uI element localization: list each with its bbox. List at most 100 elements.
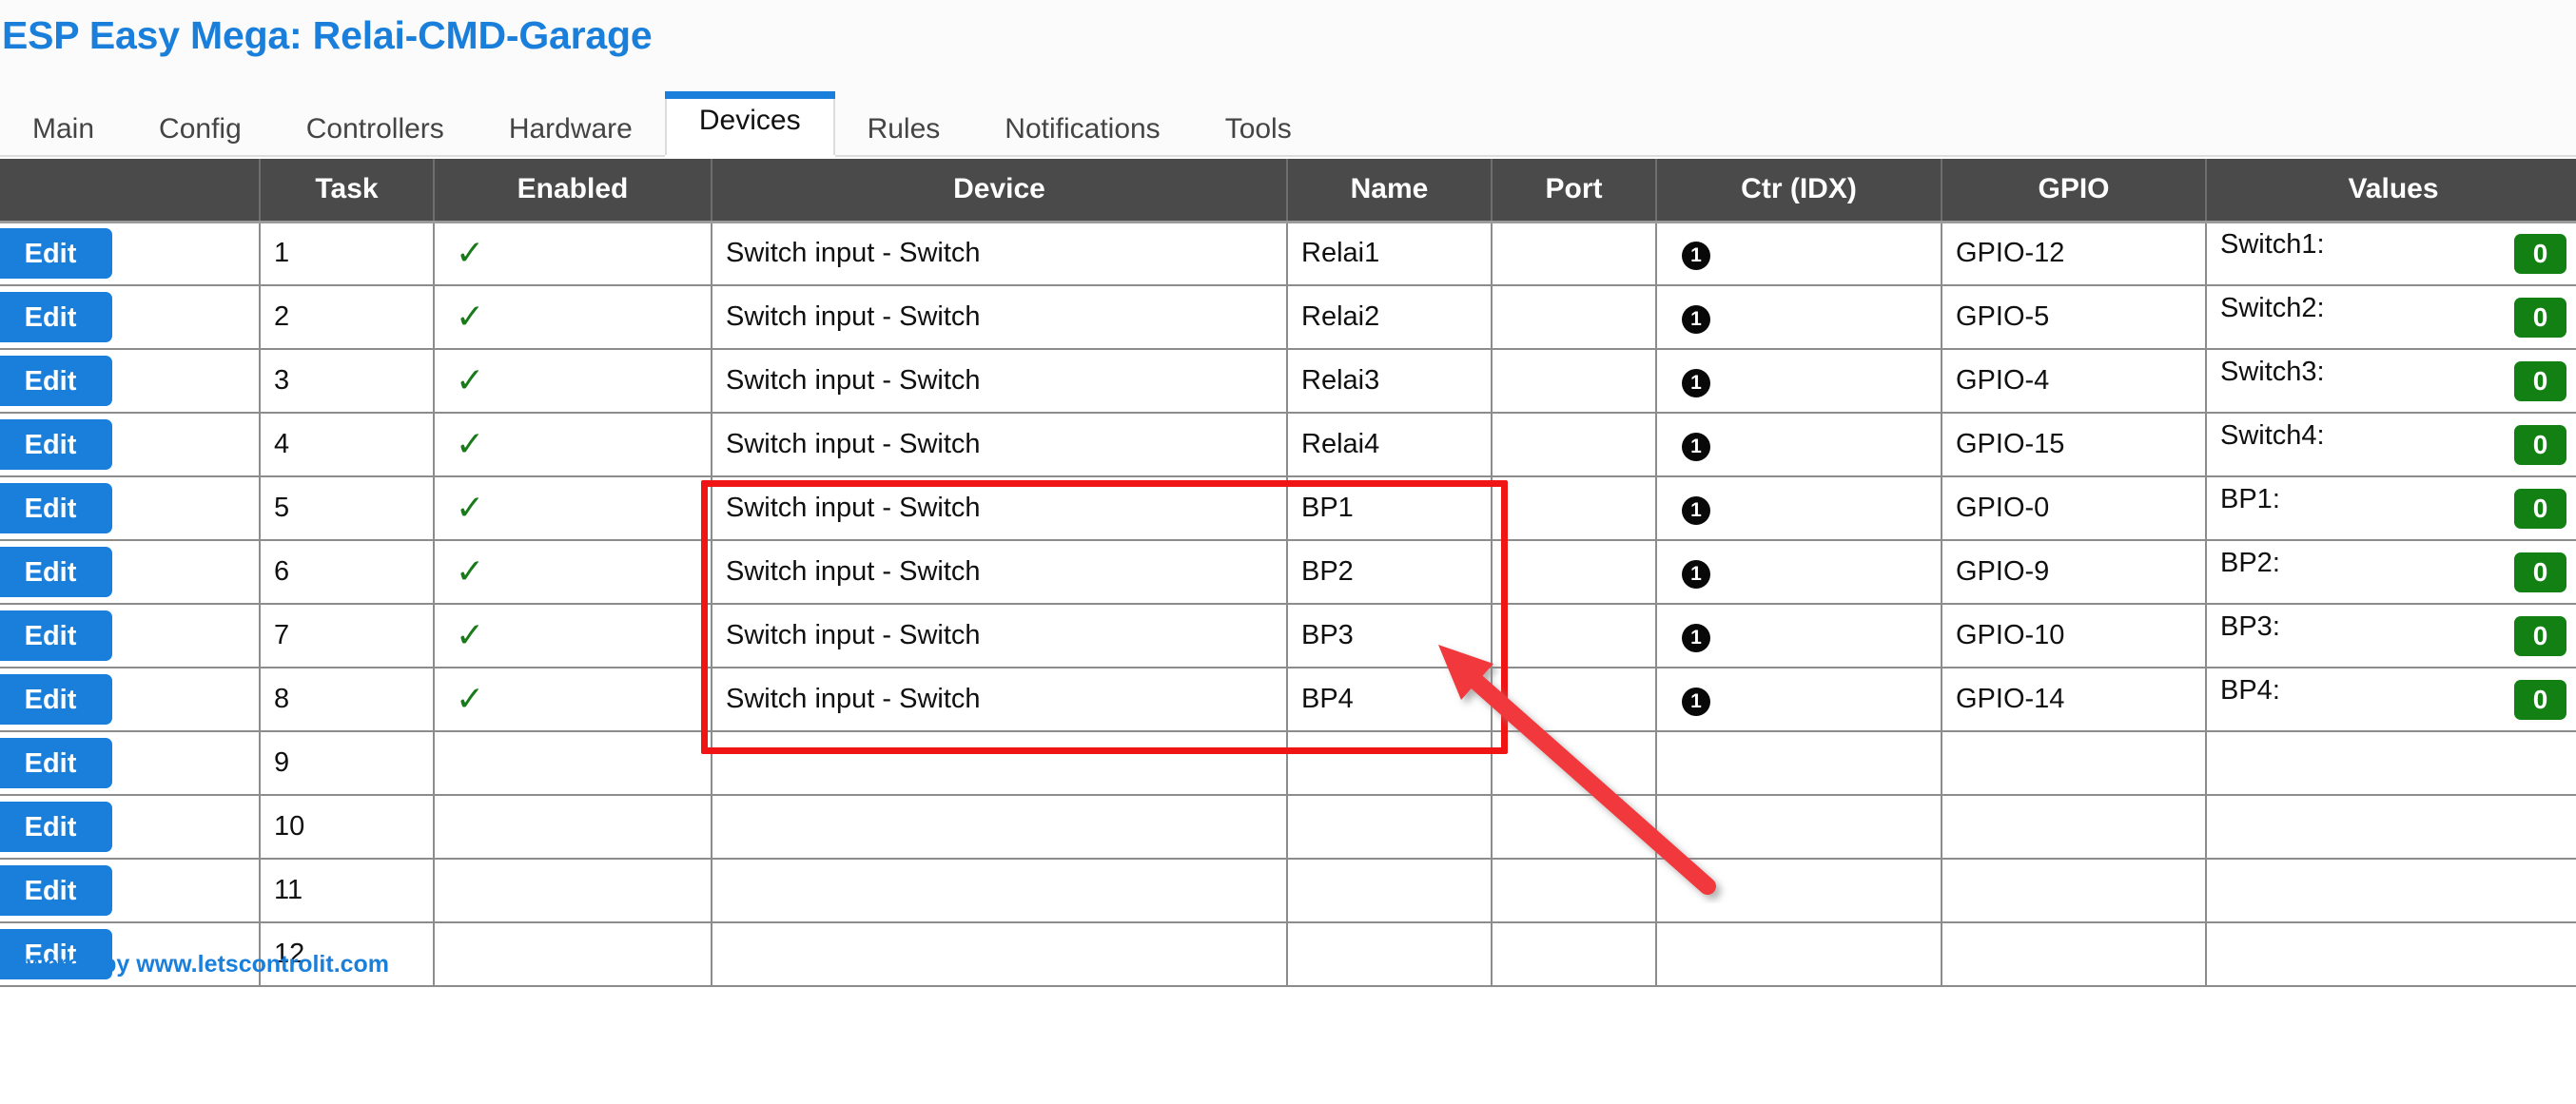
cell-task: 6 [260,540,435,605]
footer-credit[interactable]: Powered by www.letscontrolit.com [0,951,389,978]
edit-button[interactable]: Edit [0,610,112,661]
controller-index-badge-icon: 1 [1682,432,1710,461]
value-badge: 0 [2514,488,2566,529]
cell-values [2206,922,2576,987]
cell-device: Switch input - Switch [712,285,1288,350]
cell-enabled: ✓ [434,540,712,605]
edit-button[interactable]: Edit [0,419,112,470]
table-row: Edit 10 [0,795,2576,860]
checkmark-icon: ✓ [456,487,485,527]
tab-label: Main [32,113,95,145]
cell-device: Switch input - Switch [712,413,1288,477]
cell-task: 8 [260,668,435,732]
column-header-enabled: Enabled [434,159,712,223]
cell-actions: Edit [0,795,261,860]
controller-index-badge-icon: 1 [1682,623,1710,652]
cell-values [2206,795,2576,860]
cell-port [1492,668,1657,732]
cell-port [1492,349,1657,414]
cell-enabled [434,731,712,796]
column-header-task: Task [260,159,435,223]
cell-device: Switch input - Switch [712,604,1288,668]
tab-tools[interactable]: Tools [1193,102,1324,157]
edit-button[interactable]: Edit [0,674,112,725]
tab-hardware[interactable]: Hardware [477,102,665,157]
esp-easy-devices-page: ESP Easy Mega: Relai-CMD-Garage Main Con… [0,0,2576,1104]
cell-task: 2 [260,285,435,350]
cell-ctr-idx: 1 [1656,349,1942,414]
cell-task: 7 [260,604,435,668]
column-header-values: Values [2206,159,2576,223]
cell-values: BP1: 0 [2206,476,2576,541]
value-badge: 0 [2514,679,2566,720]
cell-task: 11 [260,859,435,923]
checkmark-icon: ✓ [456,678,485,718]
table-row: Edit 9 [0,731,2576,796]
tab-config[interactable]: Config [127,102,274,157]
edit-button[interactable]: Edit [0,865,112,916]
edit-button[interactable]: Edit [0,292,112,342]
edit-button[interactable]: Edit [0,356,112,406]
tab-controllers[interactable]: Controllers [274,102,477,157]
table-row: Edit 5 ✓ Switch input - Switch BP1 1 GPIO-0 BP1… [0,476,2576,541]
edit-button[interactable]: Edit [0,228,112,280]
cell-actions: Edit [0,413,261,477]
cell-values: Switch1: 0 [2206,222,2576,286]
cell-ctr-idx: 1 [1656,476,1942,541]
edit-button[interactable]: Edit [0,738,112,788]
tab-label: Notifications [1005,113,1161,145]
cell-task: 5 [260,476,435,541]
value-label: Switch2: [2220,293,2325,323]
checkmark-icon: ✓ [456,359,485,399]
value-row: BP2: 0 [2220,541,2566,602]
cell-name: Relai4 [1287,413,1493,477]
value-label: Switch4: [2220,420,2325,451]
cell-enabled: ✓ [434,476,712,541]
cell-task: 10 [260,795,435,860]
tab-label: Rules [867,113,941,145]
cell-device [712,795,1288,860]
value-row: Switch4: 0 [2220,414,2566,475]
cell-ctr-idx: 1 [1656,285,1942,350]
controller-index-badge-icon: 1 [1682,241,1710,270]
cell-values: BP4: 0 [2206,668,2576,732]
tab-rules[interactable]: Rules [835,102,973,157]
tab-label: Controllers [305,113,444,145]
value-label: BP1: [2220,484,2280,514]
tab-main[interactable]: Main [0,102,127,157]
cell-ctr-idx [1656,922,1942,987]
cell-gpio [1942,922,2207,987]
table-row: Edit 11 [0,859,2576,923]
cell-name: BP3 [1287,604,1493,668]
page-header: ESP Easy Mega: Relai-CMD-Garage Main Con… [0,0,2576,159]
cell-gpio: GPIO-9 [1942,540,2207,605]
cell-task: 4 [260,413,435,477]
value-row: Switch1: 0 [2220,223,2566,284]
edit-button[interactable]: Edit [0,547,112,597]
column-header-port: Port [1492,159,1657,223]
cell-enabled [434,859,712,923]
cell-enabled: ✓ [434,349,712,414]
edit-button[interactable]: Edit [0,483,112,533]
cell-task: 1 [260,222,435,286]
cell-values [2206,859,2576,923]
value-label: BP3: [2220,611,2280,642]
table-row: Edit 7 ✓ Switch input - Switch BP3 1 GPIO-10 BP… [0,604,2576,668]
cell-name: Relai3 [1287,349,1493,414]
tab-notifications[interactable]: Notifications [972,102,1192,157]
cell-actions: Edit [0,476,261,541]
checkmark-icon: ✓ [456,232,485,272]
page-title: ESP Easy Mega: Relai-CMD-Garage [2,13,653,57]
tab-devices[interactable]: Devices [664,91,835,159]
cell-device [712,859,1288,923]
checkmark-icon: ✓ [456,423,485,463]
cell-port [1492,413,1657,477]
main-tab-bar: Main Config Controllers Hardware Devices… [0,91,2576,159]
cell-port [1492,922,1657,987]
cell-name: Relai1 [1287,222,1493,286]
column-header-name: Name [1287,159,1493,223]
controller-index-badge-icon: 1 [1682,304,1710,334]
cell-name [1287,731,1493,796]
cell-port [1492,476,1657,541]
edit-button[interactable]: Edit [0,802,112,852]
